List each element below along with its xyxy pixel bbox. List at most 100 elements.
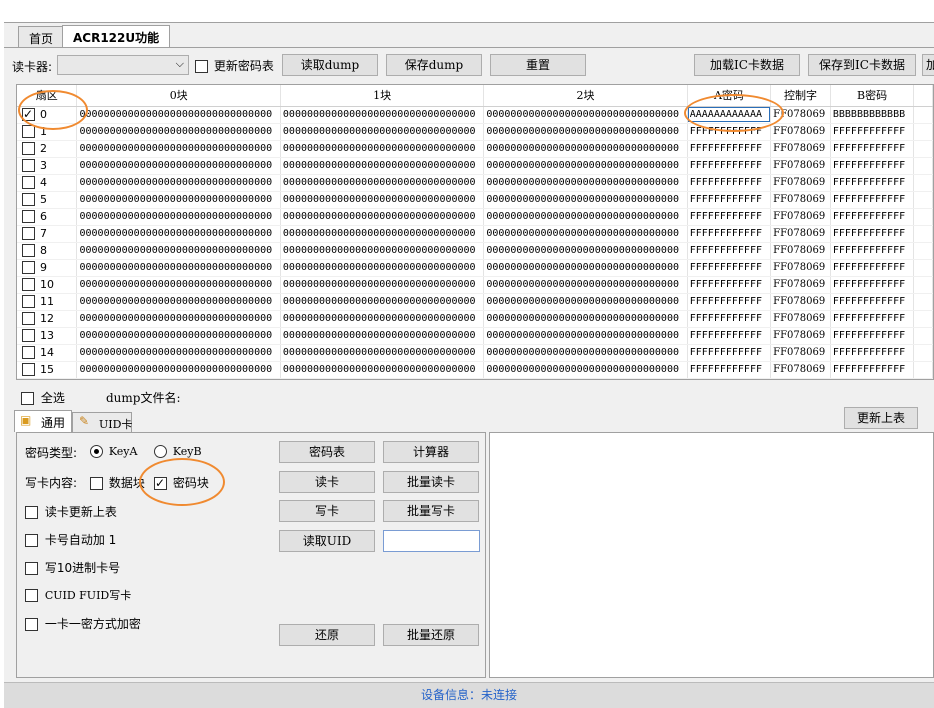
block2-cell[interactable]: 00000000000000000000000000000000 [483,225,688,243]
key-a-cell[interactable]: FFFFFFFFFFFF [687,344,772,362]
uid-input[interactable] [383,530,480,552]
update-table-button[interactable]: 更新上表 [844,407,918,429]
block0-cell[interactable]: 00000000000000000000000000000000 [76,276,281,294]
checkbox-icon[interactable] [22,346,35,360]
control-cell[interactable]: FF078069 [770,208,831,226]
block1-cell[interactable]: 00000000000000000000000000000000 [280,157,485,175]
block2-cell[interactable]: 00000000000000000000000000000000 [483,106,688,124]
read-dump-button[interactable]: 读取dump [282,54,378,76]
batch-restore-button[interactable]: 批量还原 [383,624,479,646]
control-cell[interactable]: FF078069 [770,310,831,328]
read-uid-button[interactable]: 读取UID [279,530,375,552]
write-card-button[interactable]: 写卡 [279,500,375,522]
key-a-cell[interactable]: AAAAAAAAAAAA [687,106,772,124]
block0-cell[interactable]: 00000000000000000000000000000000 [76,208,281,226]
table-row[interactable]: 15 00000000000000000000000000000000 000000… [17,361,933,379]
block1-cell[interactable]: 00000000000000000000000000000000 [280,293,485,311]
key-b-cell[interactable]: FFFFFFFFFFFF [830,157,915,175]
table-row[interactable]: 14 00000000000000000000000000000000 000000… [17,344,933,362]
block0-cell[interactable]: 00000000000000000000000000000000 [76,157,281,175]
sector-cell[interactable]: 1 [17,123,78,141]
block2-cell[interactable]: 00000000000000000000000000000000 [483,344,688,362]
control-cell[interactable]: FF078069 [770,140,831,158]
sector-cell[interactable]: 0 [17,106,78,124]
data-block-checkbox[interactable]: 数据块 [90,474,145,491]
key-a-radio[interactable]: KeyA [90,444,137,458]
sector-cell[interactable]: 7 [17,225,78,243]
key-a-cell[interactable]: FFFFFFFFFFFF [687,310,772,328]
control-cell[interactable]: FF078069 [770,225,831,243]
control-cell[interactable]: FF078069 [770,293,831,311]
save-dump-button[interactable]: 保存dump [386,54,482,76]
sector-cell[interactable]: 4 [17,174,78,192]
table-row[interactable]: 11 00000000000000000000000000000000 000000… [17,293,933,311]
subtab-general[interactable]: ▣ 通用 [14,410,72,432]
key-a-cell[interactable]: FFFFFFFFFFFF [687,276,772,294]
block2-cell[interactable]: 00000000000000000000000000000000 [483,293,688,311]
option-card-autoinc[interactable]: 卡号自动加 1 [25,531,116,548]
checkbox-icon[interactable] [22,363,35,377]
checkbox-icon[interactable] [22,159,35,173]
save-ic-button[interactable]: 保存到IC卡数据 [808,54,916,76]
key-b-cell[interactable]: FFFFFFFFFFFF [830,123,915,141]
batch-write-button[interactable]: 批量写卡 [383,500,479,522]
key-a-cell[interactable]: FFFFFFFFFFFF [687,123,772,141]
block1-cell[interactable]: 00000000000000000000000000000000 [280,123,485,141]
option-read-update[interactable]: 读卡更新上表 [25,503,117,520]
sector-cell[interactable]: 13 [17,327,78,345]
sector-cell[interactable]: 3 [17,157,78,175]
block2-cell[interactable]: 00000000000000000000000000000000 [483,208,688,226]
key-b-cell[interactable]: FFFFFFFFFFFF [830,276,915,294]
block1-cell[interactable]: 00000000000000000000000000000000 [280,276,485,294]
checkbox-icon[interactable] [22,261,35,275]
sector-cell[interactable]: 15 [17,361,78,379]
checkbox-icon[interactable] [22,244,35,258]
control-cell[interactable]: FF078069 [770,242,831,260]
key-b-cell[interactable]: FFFFFFFFFFFF [830,310,915,328]
sector-cell[interactable]: 6 [17,208,78,226]
sector-cell[interactable]: 12 [17,310,78,328]
block1-cell[interactable]: 00000000000000000000000000000000 [280,259,485,277]
block2-cell[interactable]: 00000000000000000000000000000000 [483,157,688,175]
key-b-cell[interactable]: FFFFFFFFFFFF [830,174,915,192]
checkbox-icon[interactable] [22,176,35,190]
key-b-cell[interactable]: FFFFFFFFFFFF [830,361,915,379]
sector-cell[interactable]: 5 [17,191,78,209]
sector-cell[interactable]: 2 [17,140,78,158]
calculator-button[interactable]: 计算器 [383,441,479,463]
block2-cell[interactable]: 00000000000000000000000000000000 [483,191,688,209]
block2-cell[interactable]: 00000000000000000000000000000000 [483,123,688,141]
key-b-cell[interactable]: FFFFFFFFFFFF [830,327,915,345]
table-row[interactable]: 13 00000000000000000000000000000000 000000… [17,327,933,345]
checkbox-icon[interactable] [22,329,35,343]
sector-cell[interactable]: 8 [17,242,78,260]
key-a-cell[interactable]: FFFFFFFFFFFF [687,259,772,277]
block0-cell[interactable]: 00000000000000000000000000000000 [76,361,281,379]
table-row[interactable]: 0000000000000000000000000000000000000000… [17,106,933,124]
select-all-checkbox[interactable]: 全选 [21,389,65,406]
block1-cell[interactable]: 00000000000000000000000000000000 [280,174,485,192]
more-button[interactable]: 加 [922,54,934,76]
option-one-card-one-key[interactable]: 一卡一密方式加密 [25,615,141,632]
subtab-uid[interactable]: ✎ UID卡 [72,412,132,432]
reader-select[interactable]: ⌵ [57,55,189,75]
key-a-cell[interactable]: FFFFFFFFFFFF [687,191,772,209]
checkbox-icon[interactable] [22,210,35,224]
block1-cell[interactable]: 00000000000000000000000000000000 [280,361,485,379]
checkbox-icon[interactable] [22,125,35,139]
sector-cell[interactable]: 9 [17,259,78,277]
block0-cell[interactable]: 00000000000000000000000000000000 [76,242,281,260]
table-row[interactable]: 8 00000000000000000000000000000000 0000000… [17,242,933,260]
block0-cell[interactable]: 00000000000000000000000000000000 [76,123,281,141]
table-row[interactable]: 12 00000000000000000000000000000000 000000… [17,310,933,328]
restore-button[interactable]: 还原 [279,624,375,646]
block1-cell[interactable]: 00000000000000000000000000000000 [280,191,485,209]
key-table-button[interactable]: 密码表 [279,441,375,463]
log-area[interactable] [489,432,934,678]
control-cell[interactable]: FF078069 [770,157,831,175]
reset-button[interactable]: 重置 [490,54,586,76]
control-cell[interactable]: FF078069 [770,276,831,294]
table-row[interactable]: 5 00000000000000000000000000000000 0000000… [17,191,933,209]
block2-cell[interactable]: 00000000000000000000000000000000 [483,276,688,294]
block1-cell[interactable]: 00000000000000000000000000000000 [280,310,485,328]
